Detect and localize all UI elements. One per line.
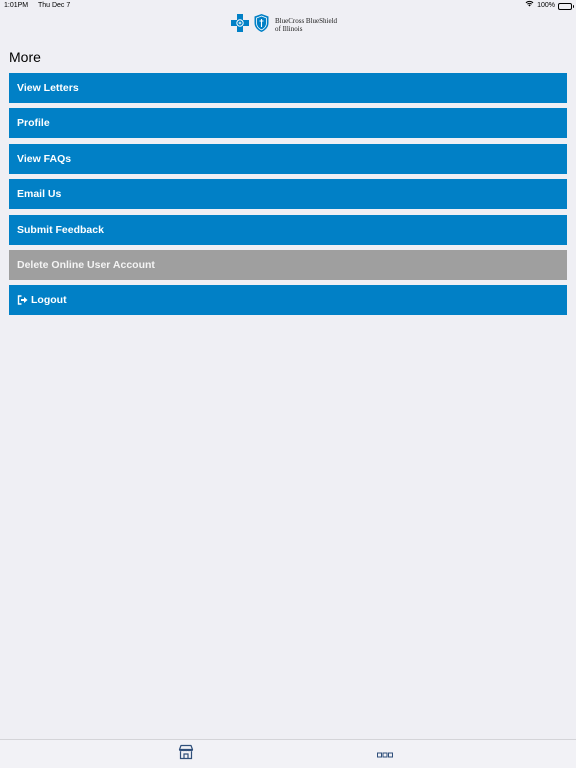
battery-icon <box>558 2 574 10</box>
battery-percent: 100% <box>537 2 555 9</box>
menu-item-label: Delete Online User Account <box>17 258 155 271</box>
tab-more[interactable] <box>365 744 405 764</box>
more-menu: View Letters Profile View FAQs Email Us … <box>9 73 567 321</box>
status-date: Thu Dec 7 <box>37 2 71 9</box>
menu-item-label: Email Us <box>17 188 62 201</box>
wifi-icon <box>525 0 534 12</box>
tab-home[interactable] <box>166 744 206 764</box>
menu-item-label: View FAQs <box>17 152 72 165</box>
storefront-icon <box>178 744 194 765</box>
delete-account-button[interactable]: Delete Online User Account <box>9 249 567 280</box>
status-time: 1:01PM <box>4 2 29 9</box>
logo-text-line1: BlueCross BlueShield <box>275 17 338 25</box>
menu-item-label: Logout <box>31 294 67 307</box>
logo-text-line2: of Illinois <box>275 25 303 33</box>
menu-item-label: Submit Feedback <box>17 223 104 236</box>
sign-out-icon <box>17 295 28 306</box>
bcbs-logo: BlueCross BlueShield of Illinois <box>230 13 338 38</box>
view-faqs-button[interactable]: View FAQs <box>9 143 567 174</box>
blue-shield-icon <box>253 13 270 38</box>
status-bar: 1:01PM Thu Dec 7 100% <box>0 0 576 12</box>
tab-bar <box>0 739 576 768</box>
blue-cross-icon <box>230 13 250 38</box>
more-dots-icon <box>377 745 393 763</box>
logout-button[interactable]: Logout <box>9 285 567 316</box>
email-us-button[interactable]: Email Us <box>9 179 567 210</box>
page-title: More <box>9 49 41 65</box>
view-letters-button[interactable]: View Letters <box>9 73 567 103</box>
menu-item-label: Profile <box>17 117 50 130</box>
profile-button[interactable]: Profile <box>9 108 567 139</box>
submit-feedback-button[interactable]: Submit Feedback <box>9 214 567 245</box>
menu-item-label: View Letters <box>17 82 79 94</box>
